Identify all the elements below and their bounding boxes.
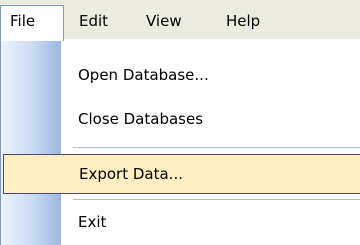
menu-separator (73, 147, 360, 148)
menu-bar: File Edit View Help (0, 0, 360, 41)
menu-edit[interactable]: Edit (79, 5, 108, 38)
menu-item-open-database[interactable]: Open Database... (61, 55, 360, 95)
menu-view[interactable]: View (146, 5, 182, 38)
file-dropdown-menu: Open Database... Close Databases Export … (0, 39, 360, 245)
menu-item-close-databases[interactable]: Close Databases (61, 99, 360, 139)
menu-file[interactable]: File (0, 5, 64, 41)
menu-icon-gutter (1, 39, 61, 245)
menu-item-export-data[interactable]: Export Data... (3, 154, 360, 194)
menu-help[interactable]: Help (226, 5, 260, 38)
menu-separator (73, 199, 360, 200)
menu-item-exit[interactable]: Exit (61, 202, 360, 242)
